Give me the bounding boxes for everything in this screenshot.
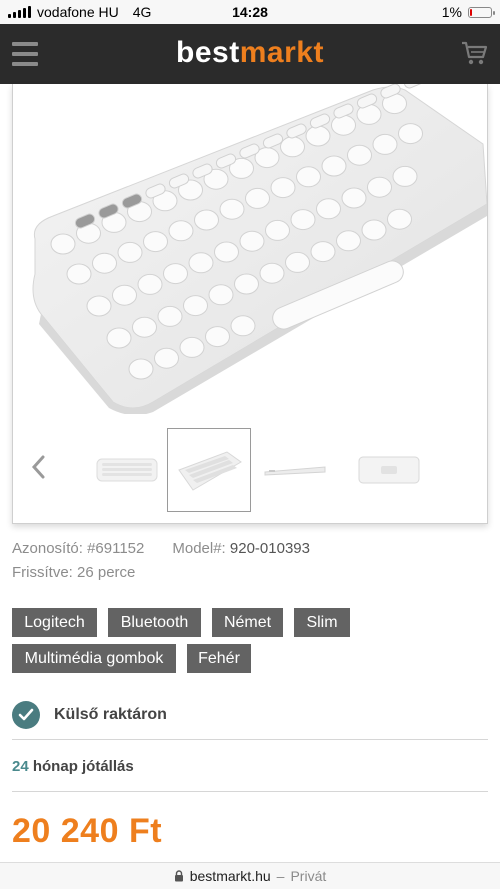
keyboard-top-thumb-icon bbox=[96, 458, 158, 482]
chevron-left-icon[interactable] bbox=[29, 454, 49, 480]
updated-text: Frissítve: 26 perce bbox=[12, 564, 136, 581]
id-value: #691152 bbox=[87, 540, 145, 557]
logo-text-markt: markt bbox=[239, 36, 324, 69]
site-logo[interactable]: bestmarkt bbox=[0, 36, 500, 70]
warranty-info: 24 hónap jótállás bbox=[12, 758, 134, 775]
thumbnail-4[interactable] bbox=[347, 428, 431, 512]
tag-bluetooth[interactable]: Bluetooth bbox=[108, 608, 201, 637]
url-domain: bestmarkt.hu bbox=[189, 868, 271, 884]
cart-icon[interactable] bbox=[460, 40, 488, 66]
model-label: Model#: bbox=[172, 540, 226, 557]
thumbnail-3[interactable] bbox=[253, 428, 337, 512]
id-label: Azonosító: bbox=[12, 540, 83, 557]
thumbnail-2[interactable] bbox=[167, 428, 251, 512]
browser-url-bar[interactable]: bestmarkt.hu – Privát bbox=[0, 862, 500, 889]
battery-percent: 1% bbox=[441, 4, 462, 20]
clock: 14:28 bbox=[232, 4, 268, 20]
keyboard-angle-thumb-icon bbox=[178, 451, 242, 491]
keyboard-side-thumb-icon bbox=[264, 466, 326, 476]
product-gallery bbox=[12, 84, 488, 524]
tag-slim[interactable]: Slim bbox=[294, 608, 350, 637]
product-meta: Azonosító: #691152 Model#: 920-010393 Fr… bbox=[12, 540, 310, 588]
keyboard-bottom-thumb-icon bbox=[358, 456, 420, 484]
logo-text-best: best bbox=[176, 36, 240, 69]
product-page: vodafone HU 4G 14:28 1% bestmarkt Azonos… bbox=[0, 0, 500, 889]
battery-icon bbox=[468, 6, 495, 18]
tag-feher[interactable]: Fehér bbox=[187, 644, 251, 673]
product-main-image[interactable] bbox=[13, 84, 487, 414]
warranty-months: 24 bbox=[12, 758, 29, 775]
url-separator: – bbox=[276, 868, 285, 884]
product-price: 20 240 Ft bbox=[12, 812, 163, 850]
thumbnail-1[interactable] bbox=[85, 428, 169, 512]
tag-multimedia[interactable]: Multimédia gombok bbox=[12, 644, 176, 673]
divider bbox=[12, 739, 488, 740]
stock-status: Külső raktáron bbox=[12, 700, 167, 730]
status-bar: vodafone HU 4G 14:28 1% bbox=[0, 0, 500, 24]
battery-info: 1% bbox=[441, 4, 495, 20]
divider bbox=[12, 791, 488, 792]
model-value: 920-010393 bbox=[229, 540, 310, 557]
thumbnail-strip bbox=[13, 424, 487, 514]
tag-logitech[interactable]: Logitech bbox=[12, 608, 97, 637]
stock-label: Külső raktáron bbox=[54, 706, 167, 723]
private-mode-label: Privát bbox=[290, 868, 327, 884]
site-header: bestmarkt bbox=[0, 24, 500, 84]
warranty-text: hónap jótállás bbox=[32, 758, 134, 775]
lock-icon bbox=[174, 870, 183, 882]
check-circle-icon bbox=[12, 701, 40, 729]
tag-nemet[interactable]: Német bbox=[212, 608, 283, 637]
